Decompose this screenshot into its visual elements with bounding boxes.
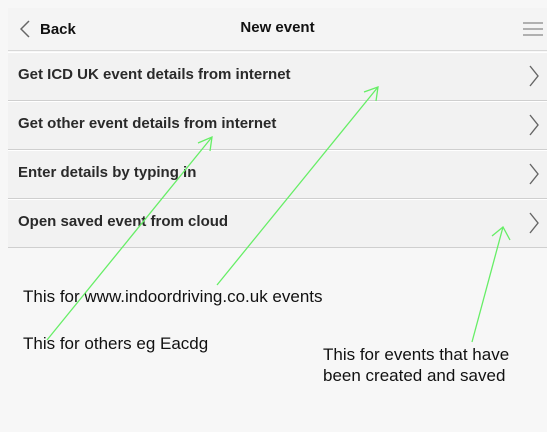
annotation-icd-events: This for www.indoordriving.co.uk events <box>23 287 323 306</box>
option-label: Enter details by typing in <box>18 164 197 181</box>
option-other-internet[interactable]: Get other event details from internet <box>8 101 547 150</box>
nav-bar: Back New event <box>8 8 547 51</box>
chevron-right-icon <box>529 65 539 87</box>
chevron-right-icon <box>529 163 539 185</box>
option-saved-cloud[interactable]: Open saved event from cloud <box>8 199 547 248</box>
hamburger-menu-icon <box>523 22 543 36</box>
annotation-line: This for events that have <box>323 345 510 364</box>
chevron-right-icon <box>529 212 539 234</box>
option-label: Get other event details from internet <box>18 115 277 132</box>
chevron-right-icon <box>529 114 539 136</box>
menu-button[interactable] <box>523 21 543 42</box>
option-label: Open saved event from cloud <box>18 213 229 230</box>
page-title: New event <box>240 19 315 36</box>
option-typing-in[interactable]: Enter details by typing in <box>8 150 547 199</box>
option-icd-uk-internet[interactable]: Get ICD UK event details from internet <box>8 52 547 101</box>
option-label: Get ICD UK event details from internet <box>18 66 291 83</box>
annotation-saved-events: This for events that have been created a… <box>323 344 509 386</box>
annotation-line: been created and saved <box>323 366 506 385</box>
annotation-other-events: This for others eg Eacdg <box>23 334 209 353</box>
options-list: Get ICD UK event details from internet G… <box>8 52 547 248</box>
